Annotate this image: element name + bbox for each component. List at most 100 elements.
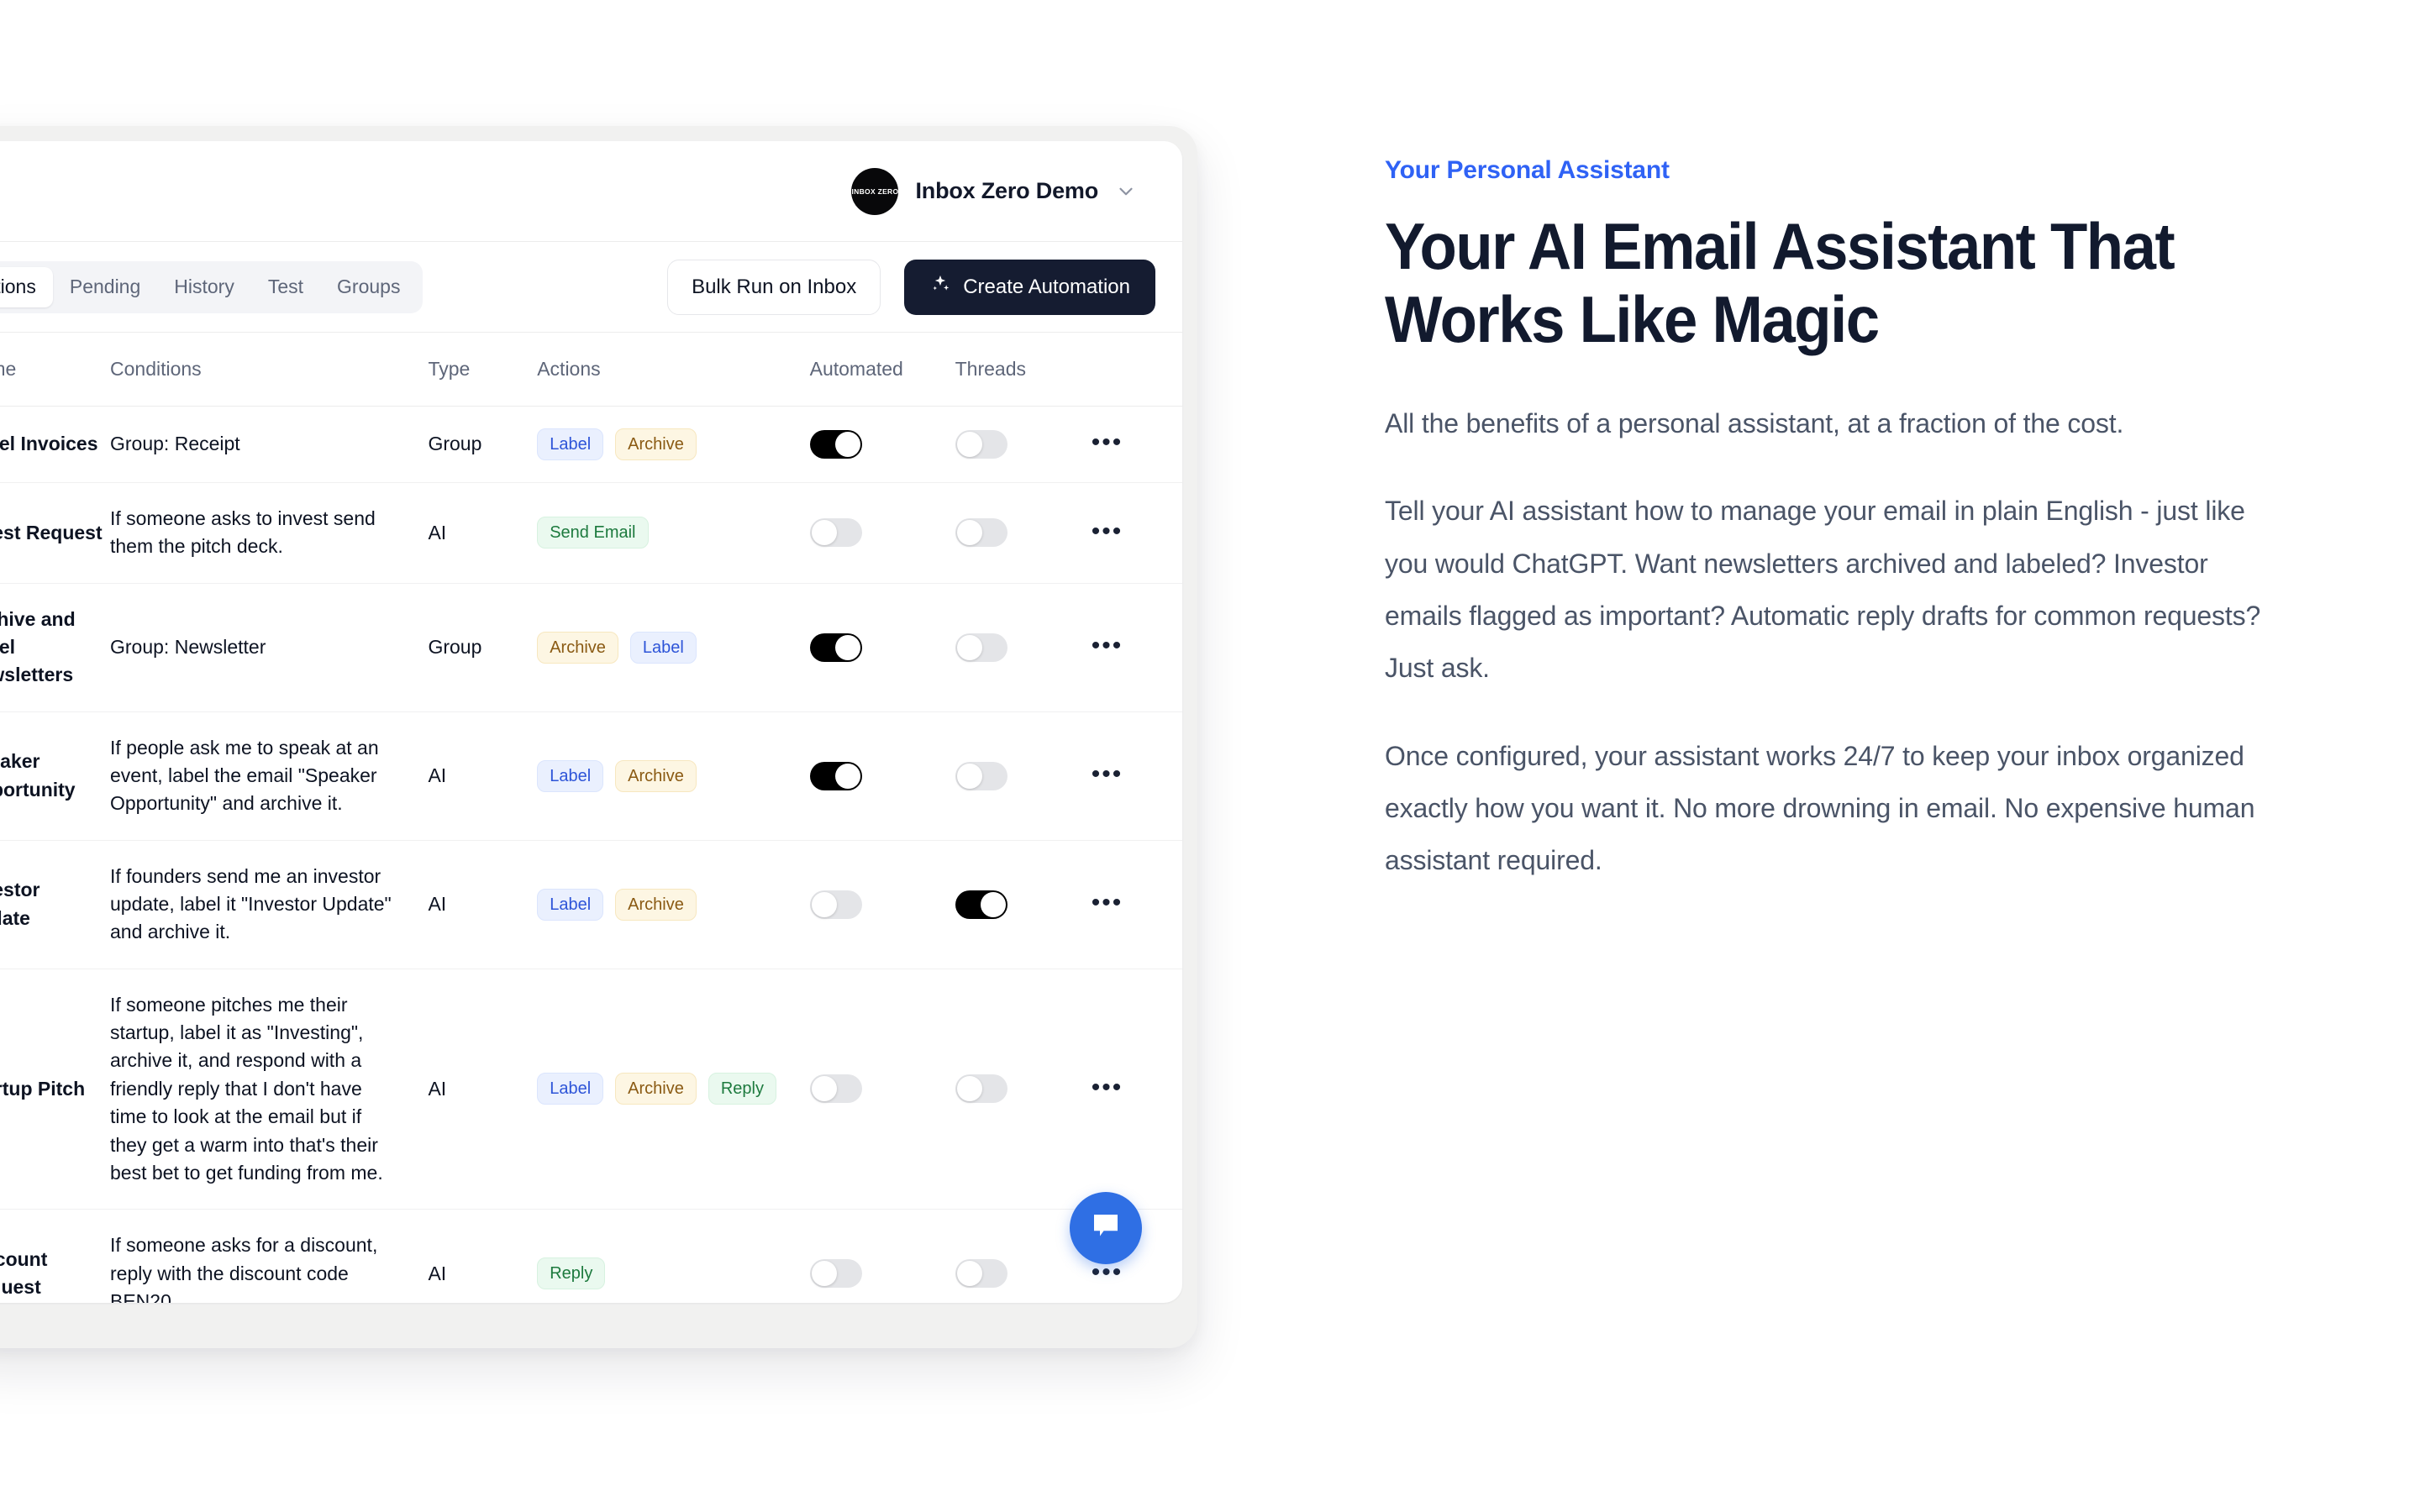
action-badges: Label Archive — [537, 888, 809, 921]
cell-type: AI — [428, 711, 538, 841]
tab-history[interactable]: History — [157, 267, 251, 307]
action-badges: Reply — [537, 1257, 809, 1290]
cell-type: AI — [428, 840, 538, 969]
threads-toggle[interactable] — [955, 1259, 1007, 1289]
table-row[interactable]: Invest RequestIf someone asks to invest … — [0, 482, 1182, 584]
cell-automated — [809, 969, 955, 1210]
threads-toggle[interactable] — [955, 633, 1007, 662]
action-badge: Archive — [615, 1073, 697, 1105]
toggle-knob — [811, 1261, 837, 1287]
action-badges: Label Archive — [537, 759, 809, 792]
table-header-row: Name Conditions Type Actions Automated T… — [0, 333, 1182, 407]
toggle-knob — [956, 1261, 982, 1287]
cell-actions: Label Archive — [537, 406, 810, 483]
create-automation-button[interactable]: Create Automation — [904, 259, 1155, 315]
ellipsis-icon[interactable]: ••• — [1092, 889, 1123, 916]
marketing-copy: Your Personal Assistant Your AI Email As… — [1385, 156, 2275, 922]
toggle-knob — [811, 891, 837, 917]
toggle-knob — [956, 634, 982, 660]
toggle-knob — [811, 1076, 837, 1102]
toggle-knob — [980, 891, 1006, 917]
chat-fab-button[interactable] — [1070, 1192, 1142, 1264]
cell-name: Archive and Label Newsletters — [0, 583, 110, 712]
table-row[interactable]: Label InvoicesGroup: ReceiptGroupLabel Ar… — [0, 406, 1182, 483]
chat-bubble-icon — [1088, 1209, 1123, 1248]
cell-name: Investor Update — [0, 840, 110, 969]
col-actions-menu — [1091, 333, 1182, 407]
automated-toggle[interactable] — [809, 890, 862, 919]
automated-toggle[interactable] — [809, 633, 862, 662]
ellipsis-icon[interactable]: ••• — [1092, 428, 1123, 456]
toggle-knob — [834, 634, 860, 660]
col-name: Name — [0, 333, 110, 407]
cell-threads — [955, 711, 1092, 841]
action-badge: Archive — [537, 631, 618, 664]
bulk-run-button[interactable]: Bulk Run on Inbox — [667, 259, 881, 315]
account-bar: INBOX ZERO Inbox Zero Demo — [0, 141, 1182, 242]
cell-name: Discount Request — [0, 1209, 110, 1303]
paragraph-3: Once configured, your assistant works 24… — [1385, 740, 2255, 876]
cell-type: Group — [428, 406, 538, 483]
automated-toggle[interactable] — [809, 1074, 862, 1104]
ellipsis-icon[interactable]: ••• — [1092, 517, 1123, 545]
automated-toggle[interactable] — [809, 518, 862, 548]
toggle-knob — [956, 763, 982, 789]
cell-row-menu: ••• — [1091, 406, 1182, 483]
ellipsis-icon[interactable]: ••• — [1092, 760, 1123, 788]
account-switcher[interactable]: INBOX ZERO Inbox Zero Demo — [851, 167, 1137, 215]
cell-name: Invest Request — [0, 482, 110, 584]
chevron-down-icon[interactable] — [1115, 181, 1137, 202]
cell-conditions: If someone pitches me their startup, lab… — [110, 969, 429, 1210]
automated-toggle[interactable] — [809, 1259, 862, 1289]
action-badge: Archive — [615, 428, 697, 460]
threads-toggle[interactable] — [955, 518, 1007, 548]
col-conditions: Conditions — [110, 333, 429, 407]
table-row[interactable]: Discount RequestIf someone asks for a di… — [0, 1209, 1182, 1303]
threads-toggle[interactable] — [955, 1074, 1007, 1104]
tab-test[interactable]: Test — [251, 267, 320, 307]
action-badges: Label Archive — [537, 428, 809, 460]
automated-toggle[interactable] — [809, 430, 862, 459]
eyebrow-text: Your Personal Assistant — [1385, 156, 1670, 184]
cell-actions: Label Archive — [537, 711, 810, 841]
action-badge: Reply — [708, 1073, 776, 1105]
tab-automations[interactable]: Automations — [0, 266, 53, 307]
action-badge: Label — [629, 631, 697, 664]
cell-automated — [809, 840, 955, 969]
action-badge: Archive — [615, 888, 697, 921]
ellipsis-icon[interactable]: ••• — [1092, 632, 1123, 659]
avatar-label: INBOX ZERO — [851, 186, 899, 196]
tab-groups[interactable]: Groups — [320, 267, 417, 307]
ellipsis-icon[interactable]: ••• — [1092, 1074, 1123, 1101]
cell-actions: Label Archive Reply — [537, 969, 810, 1210]
automated-toggle[interactable] — [809, 761, 862, 790]
cell-row-menu: ••• — [1091, 840, 1182, 969]
toggle-knob — [834, 432, 860, 457]
cell-row-menu: ••• — [1091, 583, 1182, 712]
cell-automated — [809, 482, 955, 584]
cell-threads — [955, 406, 1092, 483]
threads-toggle[interactable] — [955, 761, 1007, 790]
tab-bar: Automations Pending History Test Groups — [0, 260, 424, 313]
cell-threads — [955, 583, 1092, 712]
cell-name: Label Invoices — [0, 406, 110, 483]
paragraph-2: Tell your AI assistant how to manage you… — [1385, 496, 2261, 684]
cell-automated — [809, 583, 955, 712]
action-badge: Label — [537, 428, 604, 460]
cell-type: AI — [428, 482, 538, 584]
table-row[interactable]: Archive and Label NewslettersGroup: News… — [0, 583, 1182, 712]
table-row[interactable]: Speaker OpportunityIf people ask me to s… — [0, 711, 1182, 841]
threads-toggle[interactable] — [955, 890, 1007, 919]
cell-row-menu: ••• — [1091, 969, 1182, 1210]
cell-threads — [955, 969, 1092, 1210]
toolbar: Automations Pending History Test Groups … — [0, 242, 1182, 333]
table-row[interactable]: Startup PitchIf someone pitches me their… — [0, 969, 1182, 1210]
sparkles-icon — [929, 273, 951, 301]
create-automation-label: Create Automation — [963, 275, 1130, 298]
table-row[interactable]: Investor UpdateIf founders send me an in… — [0, 840, 1182, 969]
threads-toggle[interactable] — [955, 430, 1007, 459]
col-type: Type — [428, 333, 538, 407]
toggle-knob — [956, 432, 982, 457]
paragraph-1: All the benefits of a personal assistant… — [1385, 407, 2124, 438]
tab-pending[interactable]: Pending — [53, 267, 157, 307]
